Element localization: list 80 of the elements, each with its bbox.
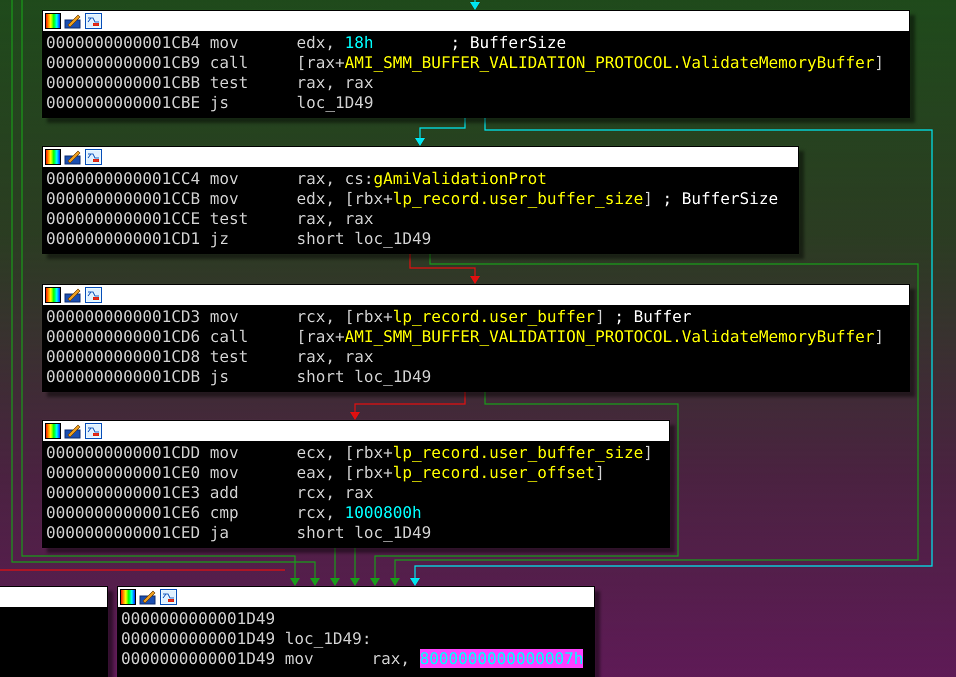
operand-text: rcx, [rbx+lp_record.user_buffer] [296, 307, 605, 327]
color-palette-icon[interactable] [45, 423, 61, 439]
address-text: 0000000000001CD1 [46, 229, 200, 249]
address-text: 0000000000001CDB [46, 367, 200, 387]
label-text: loc_1D49: [284, 629, 372, 649]
pencil-icon[interactable] [64, 13, 82, 29]
mnemonic-text: mov [210, 307, 240, 327]
comment-text: ; BufferSize [450, 33, 566, 53]
address-text: 0000000000001CC4 [46, 169, 200, 189]
mnemonic-text: call [210, 53, 250, 73]
color-palette-icon[interactable] [45, 287, 61, 303]
mnemonic-text: mov [210, 463, 240, 483]
address-text: 0000000000001CD8 [46, 347, 200, 367]
node-header[interactable] [43, 11, 909, 32]
pencil-icon[interactable] [64, 423, 82, 439]
address-text: 0000000000001CCB [46, 189, 200, 209]
operand-text: short loc_1D49 [296, 229, 432, 249]
operand-text: short loc_1D49 [296, 523, 432, 543]
operand-text: rcx, rax [296, 483, 374, 503]
address-text: 0000000000001CED [46, 523, 200, 543]
operand-text: rax, 8000000000000007h [371, 649, 584, 669]
graph-icon[interactable] [85, 423, 102, 439]
mnemonic-text: cmp [210, 503, 240, 523]
operand-text: rax, rax [296, 209, 374, 229]
address-text: 0000000000001CD3 [46, 307, 200, 327]
mnemonic-text: call [210, 327, 250, 347]
address-text: 0000000000001CB4 [46, 33, 200, 53]
mnemonic-text: test [210, 209, 250, 229]
pencil-icon[interactable] [64, 287, 82, 303]
graph-icon[interactable] [85, 149, 102, 165]
graph-icon[interactable] [85, 13, 102, 29]
mnemonic-text: test [210, 73, 250, 93]
operand-text: loc_1D49 [296, 93, 374, 113]
graph-icon[interactable] [85, 287, 102, 303]
operand-text: eax, [rbx+lp_record.user_offset] [296, 463, 605, 483]
node-header[interactable] [43, 147, 798, 168]
mnemonic-text: mov [210, 443, 240, 463]
pencil-icon[interactable] [64, 149, 82, 165]
operand-text: rax, cs:gAmiValidationProt [296, 169, 547, 189]
operand-text: edx, [rbx+lp_record.user_buffer_size] [296, 189, 653, 209]
operand-text: ecx, [rbx+lp_record.user_buffer_size] [296, 443, 653, 463]
address-text: 0000000000001CB9 [46, 53, 200, 73]
mnemonic-text: mov [210, 169, 240, 189]
address-text: 0000000000001D49 [121, 649, 276, 669]
address-text: 0000000000001CBB [46, 73, 200, 93]
operand-text: rcx, 1000800h [296, 503, 423, 523]
mnemonic-text: mov [210, 189, 240, 209]
address-text: 0000000000001CE0 [46, 463, 200, 483]
address-text: 0000000000001CCE [46, 209, 200, 229]
mnemonic-text: test [210, 347, 250, 367]
address-text: 0000000000001CD6 [46, 327, 200, 347]
color-palette-icon[interactable] [45, 13, 61, 29]
address-text: 0000000000001CDD [46, 443, 200, 463]
mnemonic-text: ja [210, 523, 230, 543]
mnemonic-text: js [210, 367, 230, 387]
node-header[interactable] [43, 285, 909, 306]
address-text: 0000000000001CE6 [46, 503, 200, 523]
color-palette-icon[interactable] [45, 149, 61, 165]
mnemonic-text: jz [210, 229, 230, 249]
graph-icon[interactable] [160, 589, 177, 605]
comment-text: ; BufferSize [662, 189, 778, 209]
node-header[interactable] [118, 587, 594, 608]
operand-text: rax, rax [296, 347, 374, 367]
color-palette-icon[interactable] [120, 589, 136, 605]
mnemonic-text: add [210, 483, 240, 503]
address-text: 0000000000001CE3 [46, 483, 200, 503]
operand-text: [rax+AMI_SMM_BUFFER_VALIDATION_PROTOCOL.ValidateMemoryBuffer] [296, 53, 884, 73]
comment-text: ; Buffer [614, 307, 692, 327]
operand-text: [rax+AMI_SMM_BUFFER_VALIDATION_PROTOCOL.ValidateMemoryBuffer] [296, 327, 884, 347]
operand-text: edx, 18h [296, 33, 375, 53]
address-text: 0000000000001D49 [121, 609, 276, 629]
pencil-icon[interactable] [139, 589, 157, 605]
mnemonic-text: js [210, 93, 230, 113]
operand-text: rax, rax [296, 73, 374, 93]
address-text: 0000000000001CBE [46, 93, 200, 113]
node-header[interactable] [43, 421, 669, 442]
address-text: 0000000000001D49 [121, 629, 276, 649]
mnemonic-text: mov [284, 649, 315, 669]
operand-text: short loc_1D49 [296, 367, 432, 387]
mnemonic-text: mov [210, 33, 240, 53]
